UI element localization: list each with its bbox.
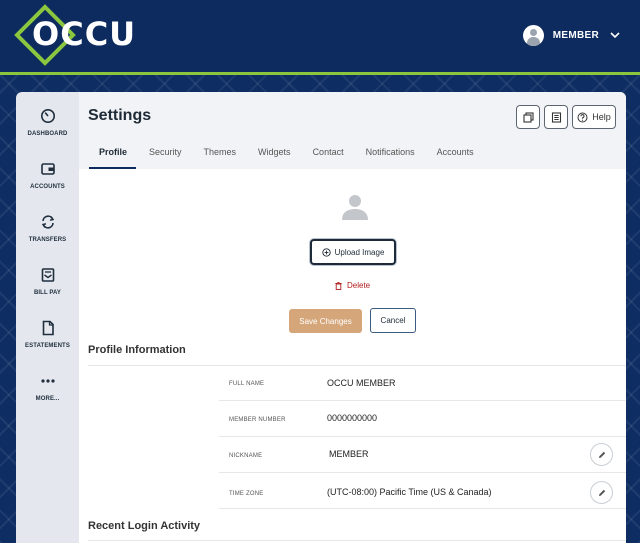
print-button[interactable] bbox=[544, 105, 568, 129]
user-menu[interactable]: MEMBER bbox=[522, 24, 622, 46]
help-button[interactable]: Help bbox=[572, 105, 616, 129]
upload-image-label: Upload Image bbox=[334, 247, 385, 257]
sidebar-item-label: MORE... bbox=[35, 396, 60, 402]
wallet-icon bbox=[40, 163, 55, 175]
edit-nickname-button[interactable] bbox=[590, 443, 613, 466]
profile-placeholder-icon bbox=[342, 195, 368, 220]
settings-header: Settings Help Profile Security Themes Wi… bbox=[79, 92, 626, 169]
bill-icon bbox=[41, 268, 54, 282]
question-circle-icon bbox=[577, 112, 588, 122]
sidebar-item-transfers[interactable]: TRANSFERS bbox=[16, 210, 79, 260]
recent-login-activity-title: Recent Login Activity bbox=[88, 520, 201, 532]
sidebar-item-label: ESTATEMENTS bbox=[25, 343, 70, 349]
more-dots-icon bbox=[40, 379, 55, 383]
sidebar-item-estatements[interactable]: ESTATEMENTS bbox=[16, 316, 79, 366]
tab-security[interactable]: Security bbox=[149, 144, 182, 169]
info-value: (UTC-08:00) Pacific Time (US & Canada) bbox=[327, 487, 492, 497]
user-icon bbox=[522, 24, 544, 46]
settings-tabs: Profile Security Themes Widgets Contact … bbox=[88, 144, 496, 169]
page-title: Settings bbox=[88, 107, 152, 124]
info-row-full-name: FULL NAME OCCU MEMBER bbox=[219, 365, 626, 401]
logo-text: OCCU bbox=[32, 15, 137, 53]
pencil-icon bbox=[598, 489, 605, 496]
trash-icon bbox=[335, 281, 342, 290]
tab-themes[interactable]: Themes bbox=[204, 144, 237, 169]
sidebar-item-accounts[interactable]: ACCOUNTS bbox=[16, 157, 79, 207]
profile-information-title: Profile Information bbox=[88, 344, 186, 356]
info-label: FULL NAME bbox=[229, 381, 265, 387]
tab-widgets[interactable]: Widgets bbox=[258, 144, 291, 169]
dashboard-gauge-icon bbox=[40, 109, 55, 123]
tab-profile[interactable]: Profile bbox=[88, 144, 137, 169]
pencil-icon bbox=[598, 451, 605, 458]
top-header: OCCU MEMBER bbox=[0, 0, 640, 72]
chevron-down-icon bbox=[610, 32, 620, 39]
sidebar-item-bill-pay[interactable]: BILL PAY bbox=[16, 263, 79, 313]
sidebar-item-label: BILL PAY bbox=[33, 290, 62, 296]
side-navigation: DASHBOARD ACCOUNTS TRANSFERS BILL PAY ES… bbox=[16, 92, 79, 543]
save-changes-button[interactable]: Save Changes bbox=[289, 309, 362, 333]
sidebar-item-label: TRANSFERS bbox=[28, 237, 67, 243]
info-value: OCCU MEMBER bbox=[327, 378, 396, 388]
transfer-arrows-icon bbox=[41, 215, 54, 229]
document-icon bbox=[42, 320, 54, 336]
occu-logo[interactable]: OCCU bbox=[14, 4, 135, 66]
tab-accounts[interactable]: Accounts bbox=[437, 144, 474, 169]
info-value: MEMBER bbox=[329, 449, 369, 459]
info-row-nickname: NICKNAME MEMBER bbox=[219, 437, 626, 473]
sidebar-item-label: ACCOUNTS bbox=[30, 184, 65, 190]
delete-label: Delete bbox=[347, 281, 371, 290]
delete-image-link[interactable]: Delete bbox=[335, 281, 370, 290]
cancel-button[interactable]: Cancel bbox=[370, 308, 416, 333]
tab-contact[interactable]: Contact bbox=[313, 144, 344, 169]
section-divider bbox=[88, 540, 626, 541]
settings-panel: Settings Help Profile Security Themes Wi… bbox=[79, 92, 626, 543]
sidebar-item-more[interactable]: MORE... bbox=[16, 369, 79, 419]
plus-circle-icon bbox=[321, 247, 331, 257]
info-label: MEMBER NUMBER bbox=[229, 417, 286, 423]
user-name: MEMBER bbox=[552, 29, 599, 41]
upload-image-button[interactable]: Upload Image bbox=[310, 239, 396, 265]
info-label: NICKNAME bbox=[229, 453, 263, 459]
info-row-time-zone: TIME ZONE (UTC-08:00) Pacific Time (US &… bbox=[219, 473, 626, 509]
copy-button[interactable] bbox=[516, 105, 540, 129]
sidebar-item-dashboard[interactable]: DASHBOARD bbox=[16, 104, 79, 154]
info-value: 0000000000 bbox=[327, 413, 378, 423]
copy-icon bbox=[522, 111, 534, 123]
edit-time-zone-button[interactable] bbox=[590, 481, 613, 504]
info-row-member-number: MEMBER NUMBER 0000000000 bbox=[219, 401, 626, 437]
sidebar-item-label: DASHBOARD bbox=[27, 131, 68, 137]
help-label: Help bbox=[592, 112, 611, 122]
info-label: TIME ZONE bbox=[229, 491, 264, 497]
tab-notifications[interactable]: Notifications bbox=[366, 144, 415, 169]
document-list-icon bbox=[551, 111, 561, 123]
